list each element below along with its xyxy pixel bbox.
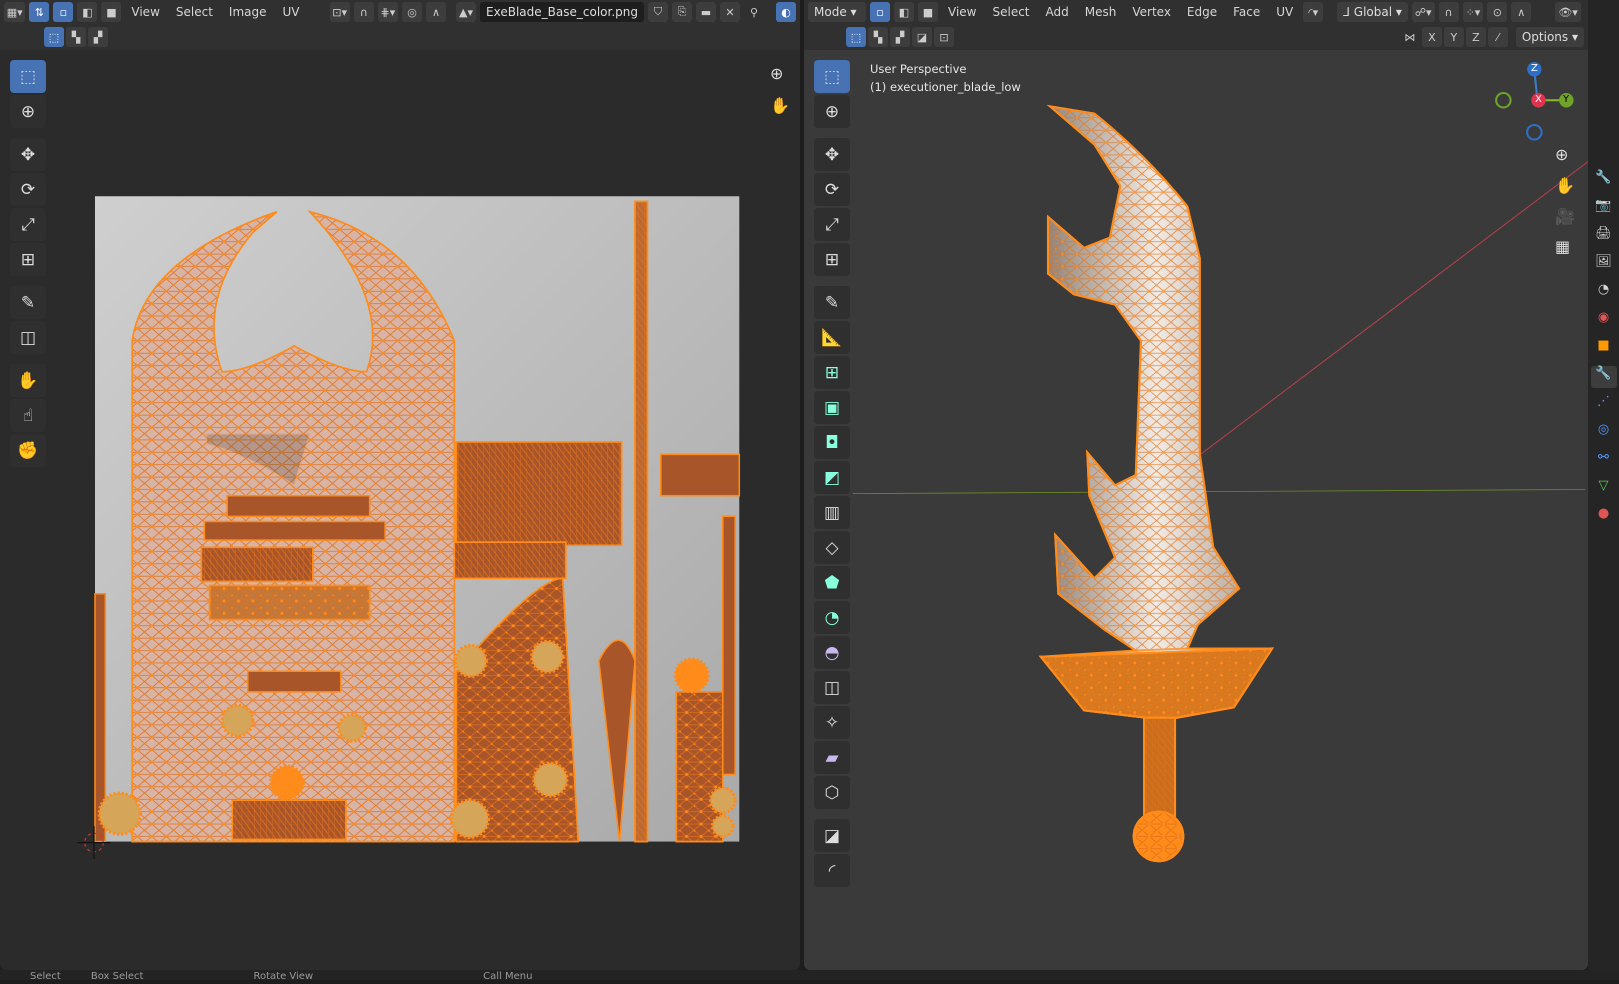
scene-tab-icon[interactable]: ◔ bbox=[1591, 282, 1617, 304]
object-tab-icon[interactable]: ■ bbox=[1591, 338, 1617, 360]
cursor-tool-icon[interactable]: ⊕ bbox=[814, 95, 850, 128]
bend-tool-icon[interactable]: ◜ bbox=[814, 854, 850, 887]
status-box-select: Box Select bbox=[90, 971, 144, 982]
x-axis-line bbox=[1197, 159, 1591, 457]
rip-tool-icon[interactable]: ⬡ bbox=[814, 776, 850, 809]
zoom-icon[interactable]: ⊕ bbox=[1555, 145, 1568, 164]
poly-build-tool-icon[interactable]: ⬟ bbox=[814, 566, 850, 599]
view-layer-tab-icon[interactable]: 🖼 bbox=[1591, 254, 1617, 276]
active-object-name: (1) executioner_blade_low bbox=[870, 80, 1021, 94]
viewport-toolbar: ⬚ ⊕ ✥ ⟳ ⤢ ⊞ ✎ 📐 ⊞ ▣ ◘ ◩ ▥ ◇ ⬟ ◔ ◓ ◫ ✧ ▰ … bbox=[813, 60, 851, 887]
perspective-grid-icon[interactable]: ▦ bbox=[1555, 237, 1570, 256]
status-call-menu: Call Menu bbox=[483, 971, 533, 982]
output-tab-icon[interactable]: 🖨 bbox=[1591, 226, 1617, 248]
move-tool-icon[interactable]: ✥ bbox=[814, 138, 850, 171]
smooth-tool-icon[interactable]: ◓ bbox=[814, 636, 850, 669]
sword-mesh bbox=[1038, 104, 1275, 863]
shrink-fatten-tool-icon[interactable]: ✧ bbox=[814, 706, 850, 739]
status-select: Select bbox=[30, 971, 61, 982]
pan-hand-icon[interactable]: ✋ bbox=[1555, 176, 1575, 195]
spin-tool-icon[interactable]: ◔ bbox=[814, 601, 850, 634]
data-tab-icon[interactable]: ▽ bbox=[1591, 478, 1617, 500]
transform-tool-icon[interactable]: ⊞ bbox=[814, 243, 850, 276]
inset-tool-icon[interactable]: ◘ bbox=[814, 426, 850, 459]
gizmo-y-label[interactable]: Y bbox=[1563, 94, 1569, 105]
viewport-overlay-text: User Perspective (1) executioner_blade_l… bbox=[870, 60, 1021, 96]
modifier-tab-icon[interactable]: 🔧 bbox=[1590, 366, 1617, 388]
extrude-tool-icon[interactable]: ▣ bbox=[814, 391, 850, 424]
edge-slide-tool-icon[interactable]: ◫ bbox=[814, 671, 850, 704]
constraints-tab-icon[interactable]: ⚯ bbox=[1591, 450, 1617, 472]
measure-tool-icon[interactable]: 📐 bbox=[814, 321, 850, 354]
status-rotate-view: Rotate View bbox=[253, 971, 314, 982]
view-name: User Perspective bbox=[870, 62, 967, 76]
properties-tab-bar: 🔧 📷 🖨 🖼 ◔ ◉ ■ 🔧 ⋰ ◎ ⚯ ▽ ● bbox=[1588, 0, 1619, 970]
material-tab-icon[interactable]: ● bbox=[1591, 506, 1617, 528]
tool-tab-icon[interactable]: 🔧 bbox=[1591, 170, 1617, 192]
bevel-tool-icon[interactable]: ◩ bbox=[814, 461, 850, 494]
loop-cut-tool-icon[interactable]: ▥ bbox=[814, 496, 850, 529]
uv-islands bbox=[94, 200, 741, 843]
add-cube-tool-icon[interactable]: ⊞ bbox=[814, 356, 850, 389]
select-box-tool-icon[interactable]: ⬚ bbox=[814, 60, 850, 93]
gizmo-x-label[interactable]: X bbox=[1535, 94, 1542, 105]
camera-view-icon[interactable]: 🎥 bbox=[1555, 207, 1575, 226]
shear-tool-icon[interactable]: ▰ bbox=[814, 741, 850, 774]
render-tab-icon[interactable]: 📷 bbox=[1591, 198, 1617, 220]
particles-tab-icon[interactable]: ⋰ bbox=[1591, 394, 1617, 416]
rotate-tool-icon[interactable]: ⟳ bbox=[814, 173, 850, 206]
gizmo-z-label[interactable]: Z bbox=[1531, 63, 1538, 74]
annotate-tool-icon[interactable]: ✎ bbox=[814, 286, 850, 319]
artwork-layer bbox=[77, 62, 1591, 863]
physics-tab-icon[interactable]: ◎ bbox=[1591, 422, 1617, 444]
scale-tool-icon[interactable]: ⤢ bbox=[814, 208, 850, 241]
world-tab-icon[interactable]: ◉ bbox=[1591, 310, 1617, 332]
status-bar: Select Box Select Rotate View Call Menu bbox=[0, 970, 1619, 982]
transform-extra-tool-icon[interactable]: ◪ bbox=[814, 819, 850, 852]
knife-tool-icon[interactable]: ◇ bbox=[814, 531, 850, 564]
y-axis-line bbox=[852, 489, 1585, 495]
